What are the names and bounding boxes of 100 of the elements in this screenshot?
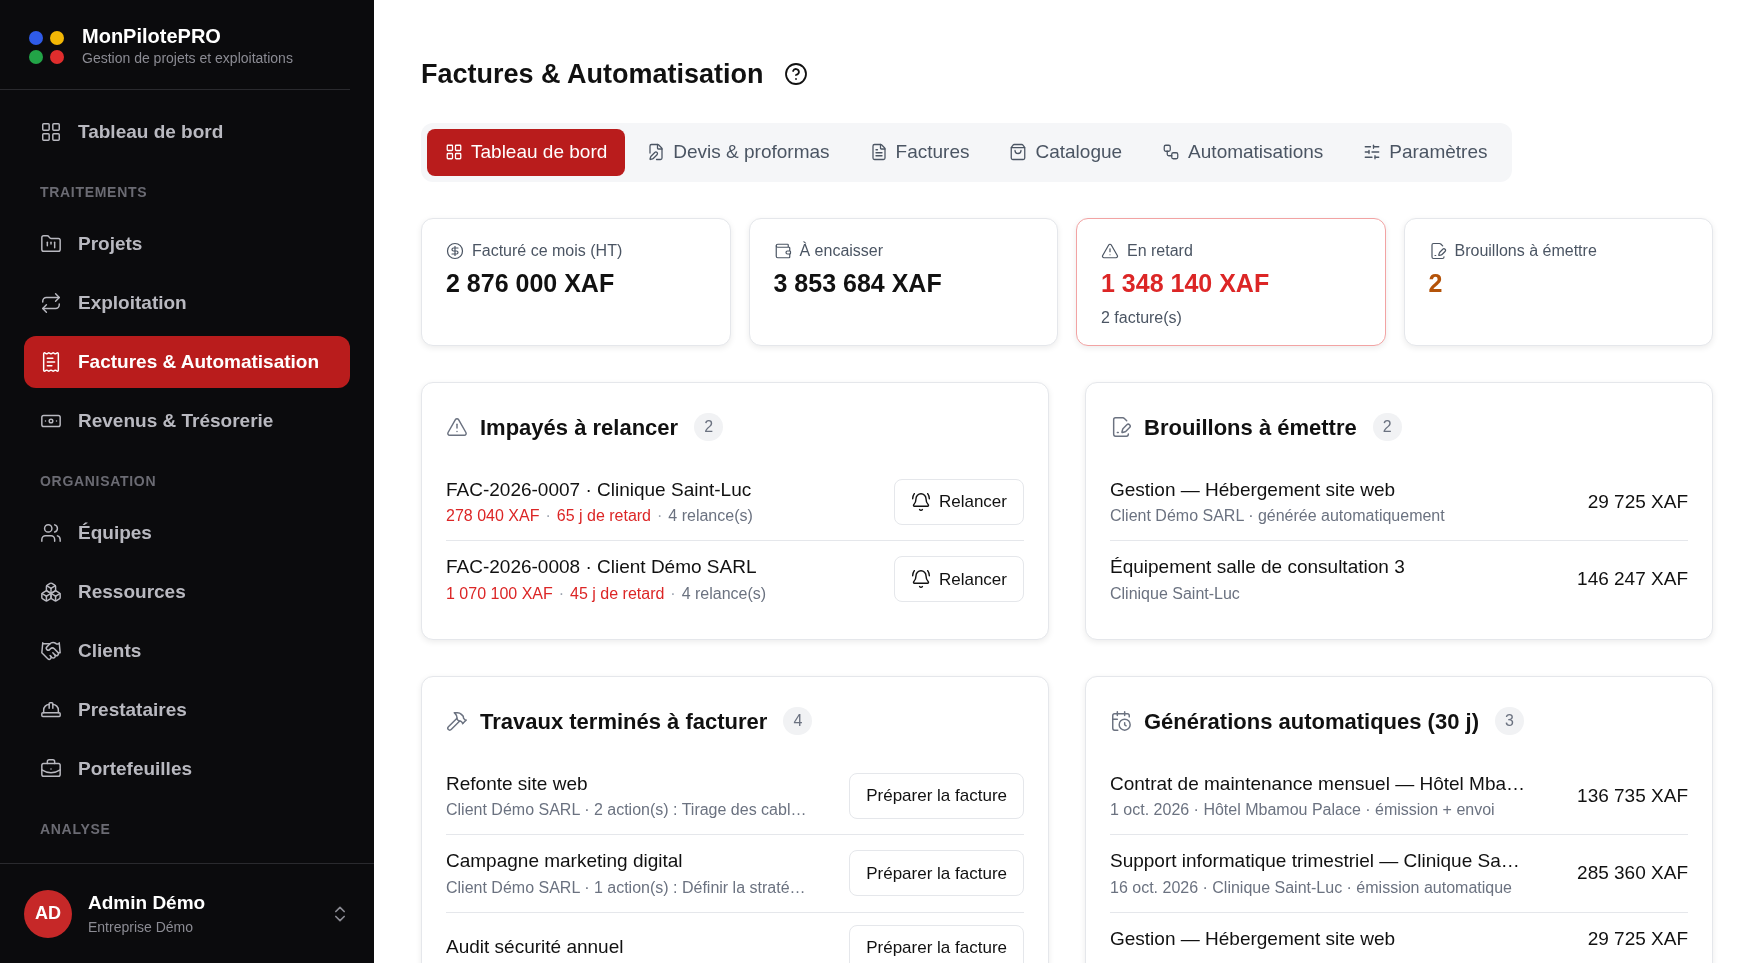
row-subtitle: Clinique Saint-Luc — [1110, 583, 1241, 604]
nav-item[interactable]: Ressources — [24, 566, 350, 618]
panel-title: Travaux terminés à facturer — [480, 707, 768, 736]
count-badge: 2 — [1372, 413, 1402, 441]
bag-icon — [1009, 143, 1028, 161]
document-icon — [869, 143, 888, 161]
row-title: Contrat de maintenance mensuel — Hôtel Mba… — [1110, 771, 1526, 796]
separator-dot: · — [657, 506, 663, 526]
page-title: Factures & Automatisation — [421, 58, 764, 91]
amount: 146 247 XAF — [1577, 567, 1688, 591]
hammer-icon — [446, 710, 468, 732]
row-detail: 1 070 100 XAF — [446, 583, 553, 604]
user-avatar: AD — [24, 889, 72, 938]
nav-item[interactable]: Factures & Automatisation — [24, 336, 350, 388]
warning-icon — [446, 416, 468, 438]
kpi-value: 3 853 684 XAF — [773, 267, 943, 299]
row-title: Support informatique trimestriel — Clinique Sa… — [1110, 849, 1520, 873]
kpi-note: 2 facture(s) — [1101, 308, 1183, 328]
warning-icon — [1101, 241, 1119, 260]
row-detail: 65 j de retard — [556, 506, 651, 526]
amount: 29 725 XAF — [1587, 926, 1688, 951]
tab[interactable]: Devis & proformas — [629, 128, 848, 176]
receipt-icon — [40, 351, 62, 373]
panel-title: Brouillons à émettre — [1144, 413, 1357, 442]
row-title: Gestion — Hébergement site web — [1110, 477, 1397, 502]
row-title: Campagne marketing digital — [446, 849, 684, 873]
nav-item[interactable]: Revenus & Trésorerie — [24, 395, 350, 447]
row-subtitle: 16 oct. 2026 · Clinique Saint-Luc · émission automatique — [1110, 877, 1513, 898]
nav-item[interactable]: Tableau de bord — [24, 106, 350, 158]
kpi-label: À encaisser — [799, 240, 884, 261]
row-subtitle: Client Démo SARL · 1 action(s) : Définir la straté… — [446, 877, 806, 898]
briefcase-icon — [40, 758, 62, 780]
file-pen-icon — [1110, 416, 1132, 438]
kpi-value: 2 — [1428, 267, 1444, 299]
tab[interactable]: Tableau de bord — [427, 128, 626, 176]
calendar-clock-icon — [1110, 710, 1132, 732]
row-action-button[interactable]: Préparer la facture — [849, 850, 1024, 897]
nav-item[interactable]: Équipes — [24, 507, 350, 559]
row-detail: 45 j de retard — [570, 583, 665, 604]
count-badge: 3 — [1494, 707, 1524, 735]
row-action-button[interactable]: Relancer — [893, 478, 1024, 525]
row-title: FAC-2026-0008 · Client Démo SARL — [446, 555, 758, 579]
row-detail: 4 relance(s) — [681, 583, 767, 604]
kpi-label: Brouillons à émettre — [1454, 240, 1597, 261]
nav-item[interactable]: Projets — [24, 218, 350, 270]
kpi-value: 1 348 140 XAF — [1101, 267, 1271, 299]
separator-dot: · — [545, 506, 551, 526]
panel-title: Générations automatiques (30 j) — [1144, 707, 1479, 736]
row-detail: 4 relance(s) — [668, 506, 753, 526]
nav-item[interactable]: Clients — [24, 625, 350, 677]
amount: 285 360 XAF — [1577, 861, 1688, 885]
row-title: FAC-2026-0007 · Clinique Saint-Luc — [446, 477, 753, 502]
bell-icon — [910, 491, 931, 512]
row-subtitle: 1 oct. 2026 · Hôtel Mbamou Palace · émission + envoi — [1110, 800, 1496, 820]
tab[interactable]: Paramètres — [1345, 128, 1506, 176]
wallet-icon — [773, 241, 792, 260]
handshake-icon — [40, 640, 62, 662]
row-title: Refonte site web — [446, 771, 589, 796]
nav-item[interactable]: Portefeuilles — [24, 743, 350, 795]
arrows-icon — [40, 292, 62, 314]
tab[interactable]: Automatisations — [1144, 128, 1342, 176]
brand-name: MonPilotePRO — [82, 24, 222, 48]
workflow-icon — [1162, 143, 1181, 161]
tab[interactable]: Factures — [851, 128, 988, 176]
sliders-icon — [1363, 143, 1382, 161]
grid-icon — [40, 121, 62, 143]
count-badge: 4 — [783, 707, 813, 735]
user-name: Admin Démo — [88, 890, 207, 915]
section-label: ANALYSE — [39, 820, 112, 839]
kpi-value: 2 876 000 XAF — [446, 267, 616, 299]
users-icon — [40, 522, 62, 544]
row-detail: 278 040 XAF — [446, 506, 540, 526]
row-title: Équipement salle de consultation 3 — [1110, 555, 1405, 579]
file-pen-icon — [1428, 241, 1447, 260]
nav-item[interactable]: Prestataires — [24, 684, 350, 736]
separator-dot: · — [558, 583, 565, 604]
bell-icon — [910, 569, 931, 590]
row-title: Audit sécurité annuel — [446, 935, 624, 960]
row-title: Gestion — Hébergement site web — [1110, 926, 1396, 951]
amount: 136 735 XAF — [1577, 783, 1688, 808]
amount: 29 725 XAF — [1587, 489, 1688, 514]
file-pen-icon — [647, 143, 666, 161]
row-action-button[interactable]: Préparer la facture — [849, 772, 1024, 819]
row-subtitle: Client Démo SARL · 2 action(s) : Tirage des cabl… — [446, 800, 807, 820]
brand-tagline: Gestion de projets et exploitations — [82, 49, 293, 68]
row-action-button[interactable]: Relancer — [893, 556, 1024, 603]
grid-icon — [445, 143, 463, 161]
panel-title: Impayés à relancer — [480, 413, 679, 442]
kpi-label: Facturé ce mois (HT) — [472, 240, 623, 261]
kpi-label: En retard — [1127, 240, 1193, 261]
dollar-icon — [446, 241, 464, 260]
tab[interactable]: Catalogue — [991, 128, 1141, 176]
boxes-icon — [40, 581, 62, 603]
user-company: Entreprise Démo — [88, 918, 195, 938]
nav-item[interactable]: Exploitation — [24, 277, 350, 329]
count-badge: 2 — [694, 413, 724, 441]
row-action-button[interactable]: Préparer la facture — [849, 924, 1024, 963]
row-subtitle: Client Démo SARL · générée automatiquement — [1110, 506, 1445, 526]
section-label: TRAITEMENTS — [39, 183, 149, 202]
help-icon[interactable] — [783, 62, 808, 87]
